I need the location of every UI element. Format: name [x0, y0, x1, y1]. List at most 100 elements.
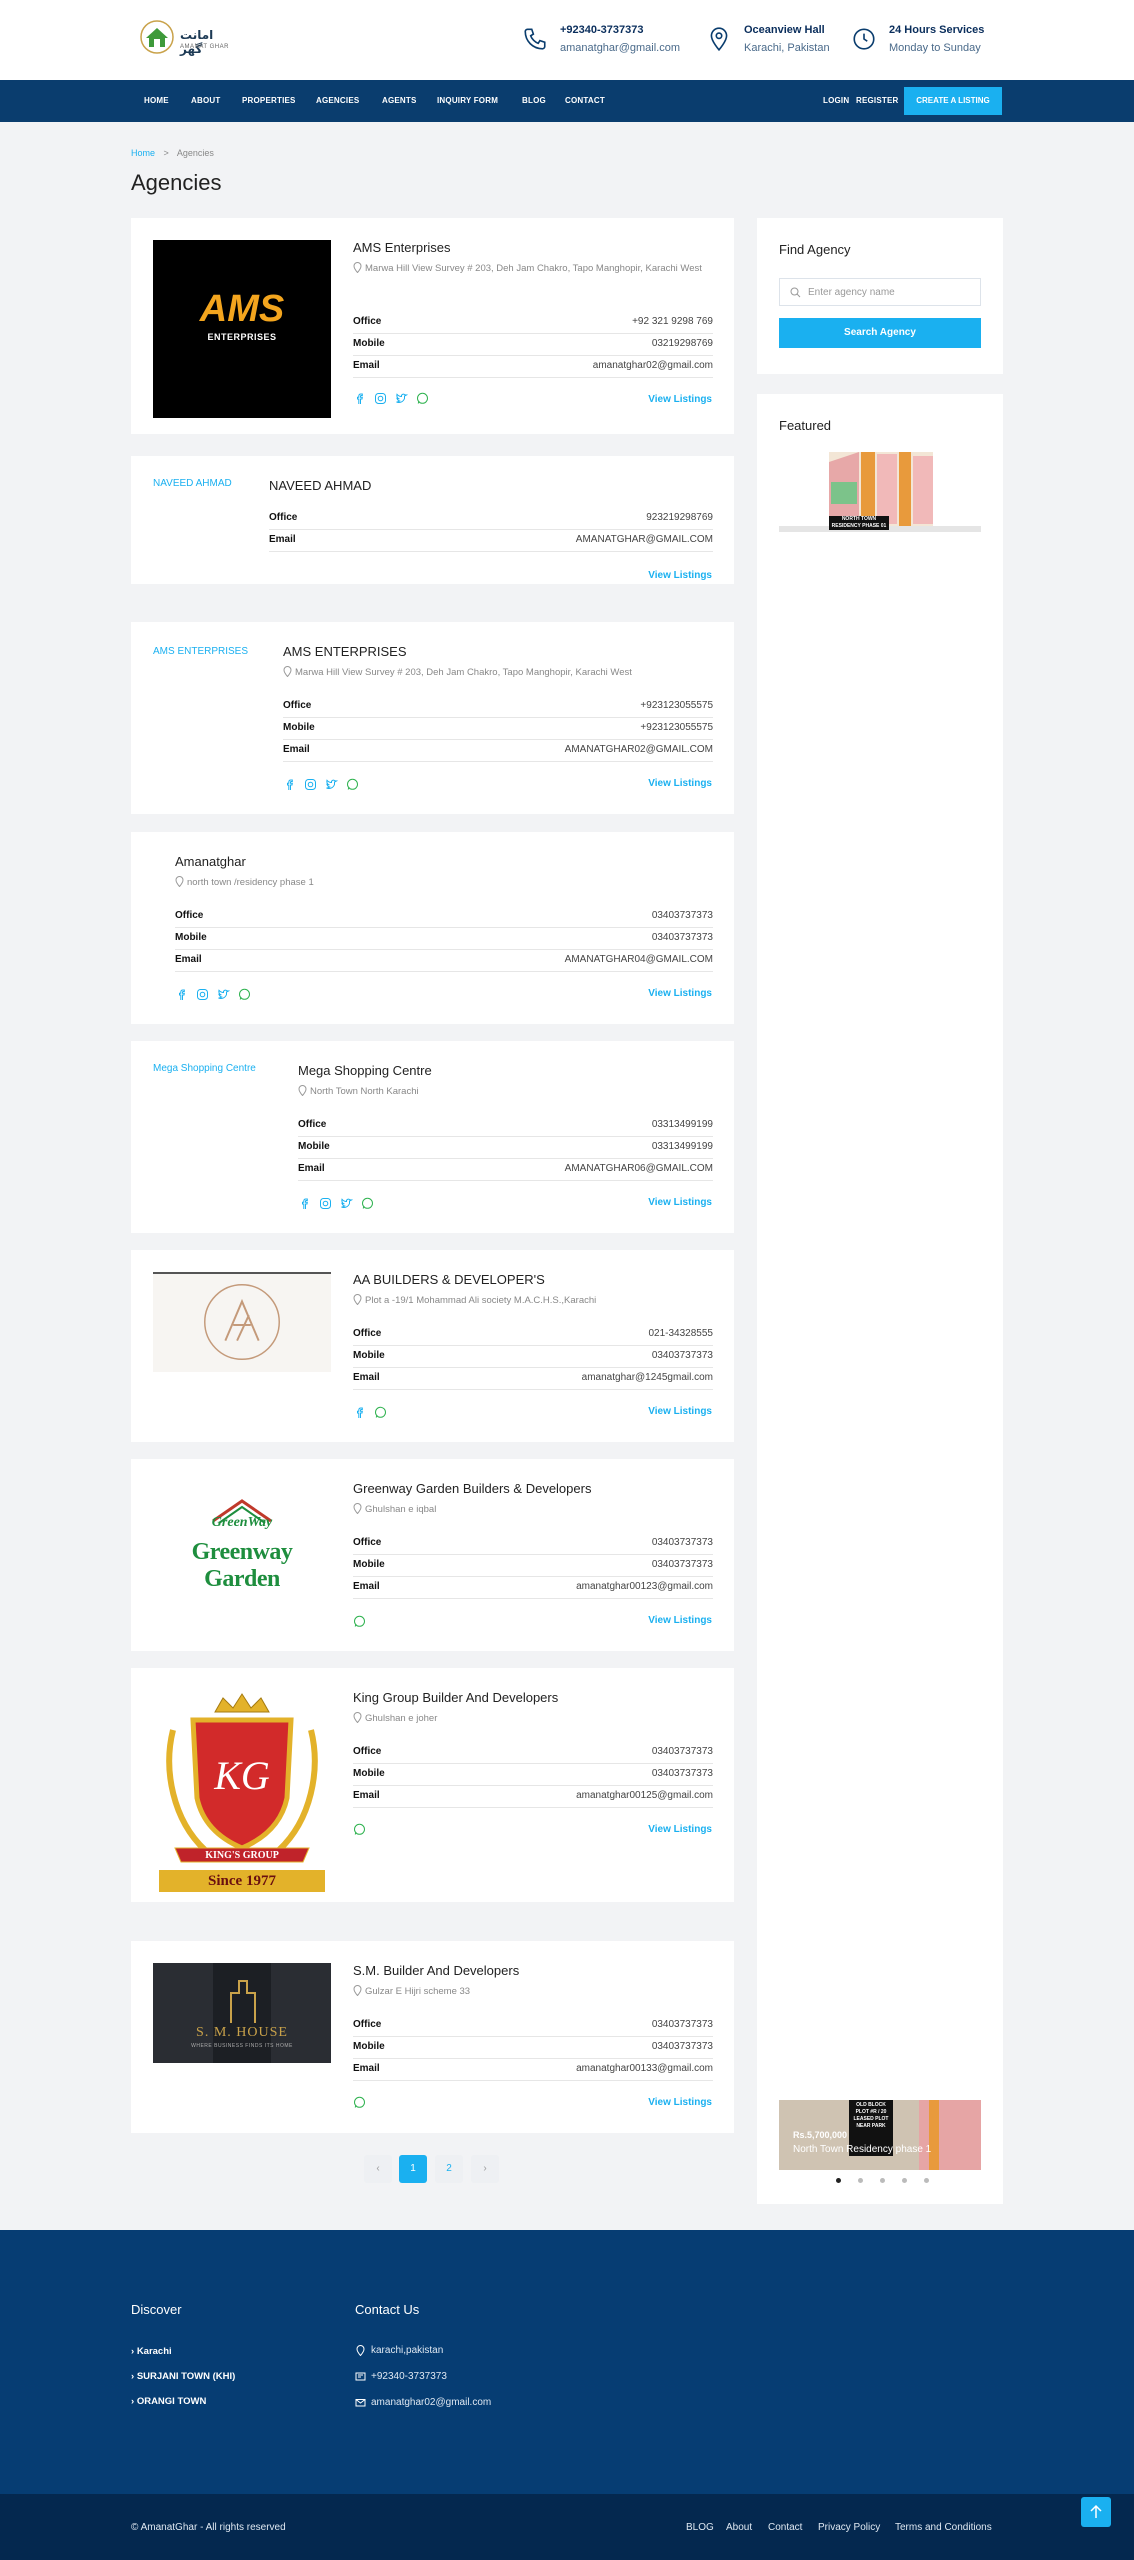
nav-agents[interactable]: AGENTS: [382, 96, 417, 105]
agency-logo-broken[interactable]: Mega Shopping Centre: [153, 1063, 256, 1074]
whatsapp-icon[interactable]: [353, 2096, 366, 2109]
agency-logo[interactable]: S. M. HOUSE WHERE BUSINESS FINDS ITS HOM…: [153, 1963, 331, 2063]
whatsapp-icon[interactable]: [353, 1823, 366, 1836]
nav-contact[interactable]: CONTACT: [565, 96, 605, 105]
featured-slide-top[interactable]: NORTH TOWN RESIDENCY PHASE 01: [779, 452, 981, 532]
view-listings-link[interactable]: View Listings: [648, 988, 712, 999]
find-agency-widget: Find Agency Enter agency name Search Age…: [757, 218, 1003, 374]
whatsapp-icon[interactable]: [416, 392, 429, 405]
nav-agencies[interactable]: AGENCIES: [316, 96, 359, 105]
site-logo[interactable]: امانت گھر AMANAT GHAR: [138, 18, 230, 62]
featured-slide[interactable]: OLD BLOCK PLOT #R / 20 LEASED PLOT NEAR …: [779, 2100, 981, 2170]
pagination-page-1[interactable]: 1: [399, 2155, 427, 2183]
footer-contact-phone[interactable]: +92340-3737373: [355, 2371, 447, 2382]
agency-logo[interactable]: AMS ENTERPRISES: [153, 240, 331, 418]
mobile-value: 03403737373: [651, 1559, 713, 1570]
search-agency-button[interactable]: Search Agency: [779, 318, 981, 348]
nav-properties[interactable]: PROPERTIES: [242, 96, 296, 105]
footer-link-terms[interactable]: Terms and Conditions: [895, 2522, 992, 2533]
footer-link-blog[interactable]: BLOG: [686, 2522, 714, 2533]
carousel-dot[interactable]: [858, 2178, 863, 2183]
view-listings-link[interactable]: View Listings: [648, 1615, 712, 1626]
whatsapp-icon[interactable]: [361, 1197, 374, 1210]
header-hours-block: 24 Hours Services Monday to Sunday: [851, 22, 991, 62]
whatsapp-icon[interactable]: [374, 1406, 387, 1419]
header-phone[interactable]: +92340-3737373: [560, 24, 644, 36]
view-listings-link[interactable]: View Listings: [648, 570, 712, 581]
whatsapp-icon[interactable]: [346, 778, 359, 791]
agency-name[interactable]: AMS ENTERPRISES: [283, 644, 407, 659]
footer-contact-email[interactable]: amanatghar02@gmail.com: [355, 2397, 491, 2408]
view-listings-link[interactable]: View Listings: [648, 1824, 712, 1835]
nav-login[interactable]: LOGIN: [823, 96, 849, 105]
nav-home[interactable]: HOME: [144, 96, 169, 105]
agency-logo-broken[interactable]: NAVEED AHMAD: [153, 478, 232, 489]
twitter-icon[interactable]: [217, 988, 230, 1001]
agency-name[interactable]: Mega Shopping Centre: [298, 1063, 432, 1078]
whatsapp-icon[interactable]: [238, 988, 251, 1001]
pagination-prev[interactable]: ‹: [364, 2155, 392, 2183]
whatsapp-icon[interactable]: [353, 1615, 366, 1628]
agency-name[interactable]: NAVEED AHMAD: [269, 478, 371, 493]
site-header: امانت گھر AMANAT GHAR +92340-3737373 ama…: [0, 0, 1134, 80]
logo-greenway-small: GreenWay: [211, 1515, 273, 1530]
carousel-dot[interactable]: [902, 2178, 907, 2183]
office-label: Office: [353, 1746, 382, 1757]
view-listings-link[interactable]: View Listings: [648, 2097, 712, 2108]
nav-about[interactable]: ABOUT: [191, 96, 220, 105]
carousel-dot[interactable]: [924, 2178, 929, 2183]
facebook-icon[interactable]: [353, 392, 366, 405]
nav-inquiry-form[interactable]: INQUIRY FORM: [437, 96, 498, 105]
agency-office-row: Office +923123055575: [283, 696, 713, 718]
twitter-icon[interactable]: [395, 392, 408, 405]
carousel-dot[interactable]: [880, 2178, 885, 2183]
pagination-next[interactable]: ›: [471, 2155, 499, 2183]
facebook-icon[interactable]: [298, 1197, 311, 1210]
mobile-label: Mobile: [353, 2041, 385, 2052]
agency-logo[interactable]: GreenWay Greenway Garden: [153, 1481, 331, 1592]
instagram-icon[interactable]: [319, 1197, 332, 1210]
footer-link-contact[interactable]: Contact: [768, 2522, 802, 2533]
instagram-icon[interactable]: [196, 988, 209, 1001]
instagram-icon[interactable]: [374, 392, 387, 405]
agency-name[interactable]: King Group Builder And Developers: [353, 1690, 558, 1705]
agency-name[interactable]: Amanatghar: [175, 854, 246, 869]
footer-link-about[interactable]: About: [726, 2522, 752, 2533]
facebook-icon[interactable]: [175, 988, 188, 1001]
agency-name[interactable]: AMS Enterprises: [353, 240, 451, 255]
view-listings-link[interactable]: View Listings: [648, 778, 712, 789]
carousel-dot-active[interactable]: [836, 2178, 841, 2183]
back-to-top-button[interactable]: [1081, 2497, 1111, 2527]
header-email[interactable]: amanatghar@gmail.com: [560, 42, 680, 54]
twitter-icon[interactable]: [325, 778, 338, 791]
agency-socials: [353, 1406, 395, 1420]
facebook-icon[interactable]: [353, 1406, 366, 1419]
footer-link-surjani[interactable]: › SURJANI TOWN (KHI): [131, 2371, 235, 2382]
twitter-icon[interactable]: [340, 1197, 353, 1210]
agency-name[interactable]: S.M. Builder And Developers: [353, 1963, 519, 1978]
view-listings-link[interactable]: View Listings: [648, 1406, 712, 1417]
nav-blog[interactable]: BLOG: [522, 96, 546, 105]
agency-logo-broken[interactable]: AMS ENTERPRISES: [153, 646, 248, 657]
logo-sm-tagline: WHERE BUSINESS FINDS ITS HOME: [191, 2043, 293, 2049]
create-listing-button[interactable]: CREATE A LISTING: [904, 87, 1002, 115]
agency-address: Ghulshan e joher: [353, 1710, 713, 1727]
footer-link-karachi[interactable]: › Karachi: [131, 2346, 172, 2357]
agency-search-input[interactable]: Enter agency name: [779, 278, 981, 306]
view-listings-link[interactable]: View Listings: [648, 1197, 712, 1208]
instagram-icon[interactable]: [304, 778, 317, 791]
facebook-icon[interactable]: [283, 778, 296, 791]
view-listings-link[interactable]: View Listings: [648, 394, 712, 405]
agency-name[interactable]: AA BUILDERS & DEVELOPER'S: [353, 1272, 545, 1287]
footer-link-orangi[interactable]: › ORANGI TOWN: [131, 2396, 206, 2407]
agency-name[interactable]: Greenway Garden Builders & Developers: [353, 1481, 591, 1496]
footer-link-privacy[interactable]: Privacy Policy: [818, 2522, 880, 2533]
pagination-page-2[interactable]: 2: [435, 2155, 463, 2183]
email-value: AMANATGHAR06@GMAIL.COM: [564, 1163, 713, 1174]
agency-logo[interactable]: [153, 1272, 331, 1372]
email-value: amanatghar@1245gmail.com: [581, 1372, 713, 1383]
breadcrumb-home[interactable]: Home: [131, 148, 155, 158]
email-label: Email: [269, 534, 296, 545]
nav-register[interactable]: REGISTER: [856, 96, 899, 105]
agency-logo[interactable]: KG KING'S GROUP Since 1977: [153, 1690, 331, 1900]
